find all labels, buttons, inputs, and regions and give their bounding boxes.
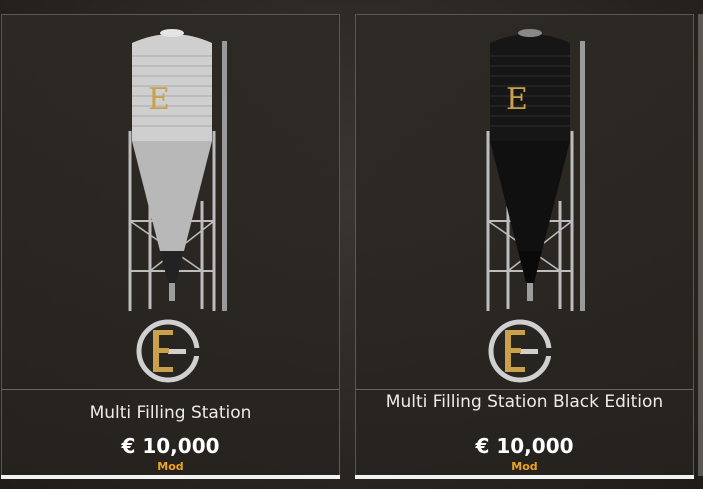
- shop-item-card[interactable]: E Multi Filling Station Black Edition € …: [355, 14, 694, 479]
- item-price: € 10,000: [121, 434, 220, 458]
- card-divider: [356, 389, 693, 390]
- eg-logo-icon: [488, 319, 552, 383]
- silo-image: E: [486, 29, 585, 311]
- card-bottom-border: [355, 475, 694, 479]
- mod-badge: Mod: [157, 460, 184, 473]
- svg-text:E: E: [148, 82, 170, 117]
- svg-text:E: E: [506, 82, 528, 117]
- next-card-edge: [698, 14, 703, 476]
- item-title: Multi Filling Station: [89, 403, 252, 423]
- eg-logo-icon: [136, 319, 200, 383]
- mod-badge: Mod: [511, 460, 538, 473]
- silo-image: E: [128, 29, 227, 311]
- selection-underline: [1, 475, 340, 479]
- item-title: Multi Filling Station Black Edition: [385, 392, 664, 412]
- item-price: € 10,000: [475, 434, 574, 458]
- card-divider: [2, 389, 339, 390]
- shop-item-card[interactable]: E Multi Filling Station € 10,000 Mod: [1, 14, 340, 479]
